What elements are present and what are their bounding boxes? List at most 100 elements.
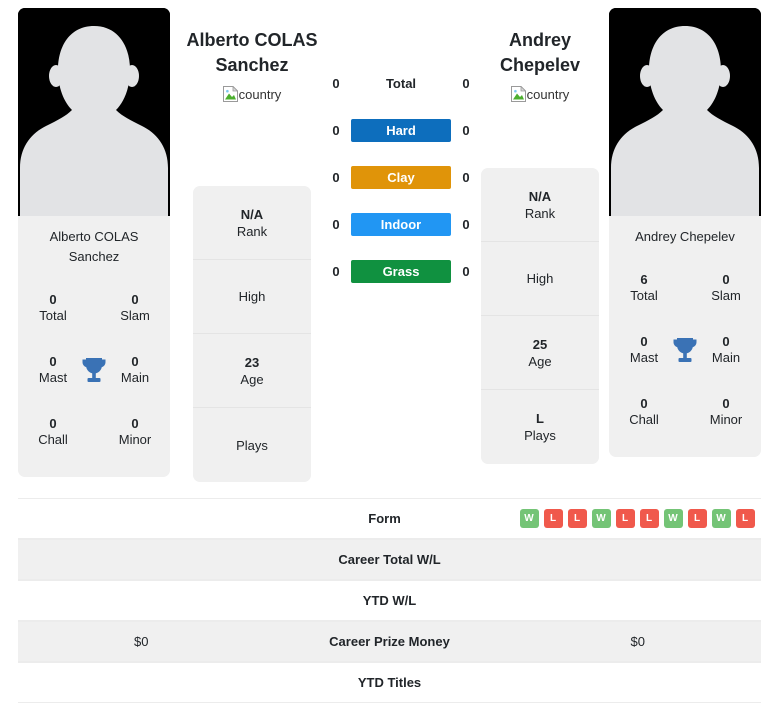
info-value: 23: [244, 354, 260, 370]
titles-grid-left: 0 Total 0 Slam 0 Mast 0 Main 0 Chall 0 M…: [18, 277, 170, 477]
player-comparison-panel: Alberto COLAS Sanchez 0 Total 0 Slam 0 M…: [0, 0, 779, 498]
stat-label-ytd-titles: YTD Titles: [357, 675, 422, 690]
surface-comparison: 0 Total 0 0 Hard 0 0 Clay 0 0 Indoor 0 0…: [325, 60, 477, 295]
avatar-right: [609, 8, 761, 216]
info-label: Plays: [524, 428, 556, 443]
title-stat-main-left: 0 Main: [106, 354, 164, 386]
title-stat-slam-left: 0 Slam: [106, 292, 164, 324]
title-value: 0: [722, 334, 730, 349]
surface-badge-grass: Grass: [351, 260, 451, 283]
form-badge-win: W: [711, 509, 731, 528]
title-label: Main: [120, 370, 150, 385]
titles-row: 6 Total 0 Slam: [615, 257, 755, 319]
career-prize-money-left: $0: [134, 634, 149, 649]
form-badge-loss: L: [615, 509, 635, 528]
info-label: Age: [240, 371, 264, 387]
info-value: N/A: [240, 206, 264, 222]
title-label: Mast: [629, 350, 659, 365]
surface-row-clay: 0 Clay 0: [325, 154, 477, 201]
title-label: Slam: [120, 308, 150, 323]
stat-label-form: Form: [368, 511, 401, 526]
info-value: N/A: [528, 188, 552, 204]
surface-value-left: 0: [332, 217, 340, 232]
form-badge-win: W: [519, 509, 539, 528]
form-badge-loss: L: [639, 509, 659, 528]
form-badge-win: W: [663, 509, 683, 528]
stat-row-career-total-wl: Career Total W/L: [18, 539, 761, 580]
info-label: Age: [528, 353, 552, 369]
title-value: 0: [49, 416, 57, 431]
info-value: L: [536, 411, 544, 426]
surface-row-hard: 0 Hard 0: [325, 107, 477, 154]
player-header-name-line1-left: Alberto COLAS: [186, 30, 318, 50]
title-value: 0: [722, 396, 730, 411]
form-badge-loss: L: [543, 509, 563, 528]
surface-value-right: 0: [462, 264, 470, 279]
surface-value-right: 0: [462, 76, 470, 91]
title-stat-mast-right: 0 Mast: [615, 334, 673, 366]
surface-value-left: 0: [332, 123, 340, 138]
titles-row: 0 Mast 0 Main: [615, 319, 755, 381]
player-header-right: Andrey Chepelev country: [465, 28, 615, 107]
title-label: Main: [711, 350, 741, 365]
country-alt-text: country: [526, 86, 570, 102]
stat-label-ytd-wl: YTD W/L: [362, 593, 417, 608]
title-label: Minor: [118, 432, 152, 447]
title-label: Chall: [38, 432, 68, 447]
titles-row: 0 Chall 0 Minor: [615, 381, 755, 443]
career-prize-money-right: $0: [630, 634, 645, 649]
info-cell-plays-right: L Plays: [481, 390, 599, 464]
title-value: 0: [49, 354, 57, 369]
surface-badge-clay: Clay: [351, 166, 451, 189]
form-badge-loss: L: [687, 509, 707, 528]
info-cell-high-left: High: [193, 260, 311, 334]
player-header-name-line2-right: Chepelev: [499, 55, 581, 75]
surface-value-right: 0: [462, 170, 470, 185]
country-flag-right: country: [465, 85, 615, 107]
stat-label-career-total-wl: Career Total W/L: [338, 552, 441, 567]
stat-row-form: Form WLLWLLWLWL: [18, 498, 761, 539]
player-card-right: Andrey Chepelev 6 Total 0 Slam 0 Mast 0 …: [609, 8, 761, 457]
broken-image-icon: [222, 85, 239, 102]
country-alt-text: country: [238, 86, 282, 102]
titles-row: 0 Mast 0 Main: [24, 339, 164, 401]
info-cell-age-right: 25 Age: [481, 316, 599, 390]
info-cell-age-left: 23 Age: [193, 334, 311, 408]
info-cell-rank-left: N/A Rank: [193, 186, 311, 260]
info-label: High: [238, 289, 266, 304]
surface-badge-indoor: Indoor: [351, 213, 451, 236]
title-label: Slam: [711, 288, 741, 303]
country-flag-left: country: [177, 85, 327, 107]
title-label: Total: [39, 308, 67, 323]
info-label: Rank: [236, 223, 268, 239]
titles-grid-right: 6 Total 0 Slam 0 Mast 0 Main 0 Chall 0 M…: [609, 257, 761, 457]
title-label: Total: [630, 288, 658, 303]
player-header-name-line1-right: Andrey: [508, 30, 571, 50]
title-stat-chall-left: 0 Chall: [24, 416, 82, 448]
surface-value-right: 0: [462, 123, 470, 138]
player-card-name-right: Andrey Chepelev: [635, 229, 735, 244]
avatar-left: [18, 8, 170, 216]
player-card-left: Alberto COLAS Sanchez 0 Total 0 Slam 0 M…: [18, 8, 170, 477]
title-label: Mast: [38, 370, 68, 385]
info-label: Plays: [236, 437, 268, 453]
surface-value-left: 0: [332, 264, 340, 279]
player-card-name-left: Alberto COLAS Sanchez: [49, 229, 139, 264]
surface-badge-hard: Hard: [351, 119, 451, 142]
trophy-icon: [81, 356, 107, 384]
info-cell-plays-left: Plays: [193, 408, 311, 482]
form-right: WLLWLLWLWL: [510, 509, 762, 528]
info-value: 25: [532, 336, 548, 352]
title-value: 6: [640, 272, 648, 287]
player-header-name-line2-left: Sanchez: [215, 55, 289, 75]
title-value: 0: [722, 272, 730, 287]
trophy-icon: [672, 336, 698, 364]
title-value: 0: [131, 292, 139, 307]
titles-row: 0 Chall 0 Minor: [24, 401, 164, 463]
surface-row-grass: 0 Grass 0: [325, 248, 477, 295]
title-stat-minor-right: 0 Minor: [697, 396, 755, 428]
info-label: High: [526, 271, 554, 286]
title-label: Minor: [709, 412, 743, 427]
title-value: 0: [640, 396, 648, 411]
title-stat-chall-right: 0 Chall: [615, 396, 673, 428]
